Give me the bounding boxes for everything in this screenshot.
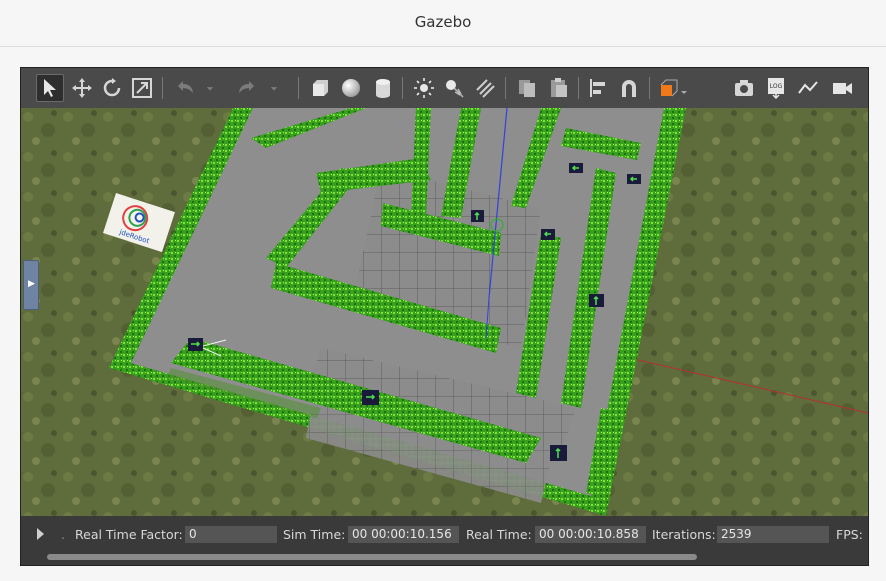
expand-arrow-icon: ▶: [28, 279, 35, 289]
real-time-field: 00 00:00:10.858: [535, 526, 646, 543]
toolbar: LOG: [21, 68, 868, 108]
horizontal-scrollbar[interactable]: [47, 554, 697, 560]
select-mode-button[interactable]: [36, 74, 64, 102]
scale-mode-icon: [132, 78, 152, 98]
directional-light-button[interactable]: [471, 74, 499, 102]
directional-light-icon: [476, 79, 495, 98]
toolbar-separator: [649, 77, 650, 99]
select-mode-icon: [44, 79, 56, 97]
translate-mode-button[interactable]: [68, 74, 96, 102]
sphere-shape-icon: [342, 79, 360, 97]
paste-icon: [551, 78, 567, 97]
redo-history-button[interactable]: [265, 74, 283, 102]
arrow-marker: [569, 163, 583, 173]
cylinder-shape-icon: [376, 79, 390, 98]
arrow-marker: [589, 294, 604, 307]
snap-button[interactable]: [615, 74, 643, 102]
point-light-icon: [414, 78, 434, 98]
gazebo-window: LOG jdeRobot ▶ . Real Time Factor: 0 Sim…: [20, 67, 869, 566]
arrow-marker: [188, 338, 203, 351]
record-video-button[interactable]: [828, 74, 856, 102]
screenshot-button[interactable]: [730, 74, 758, 102]
log-button[interactable]: LOG: [762, 74, 790, 102]
box-shape-button[interactable]: [306, 74, 334, 102]
box-shape-icon: [313, 80, 328, 96]
toolbar-separator: [402, 77, 403, 99]
translate-mode-icon: [72, 78, 92, 98]
real-time-factor-label: Real Time Factor:: [75, 527, 183, 542]
3d-viewport[interactable]: jdeRobot ▶: [21, 108, 868, 516]
spot-light-button[interactable]: [440, 74, 468, 102]
redo-icon: [239, 81, 254, 93]
chevron-down-icon: [270, 87, 278, 91]
chevron-down-icon: [206, 87, 214, 91]
snap-icon: [622, 80, 636, 97]
toolbar-separator: [578, 77, 579, 99]
redo-button[interactable]: [233, 74, 261, 102]
window-title: Gazebo: [414, 13, 472, 31]
align-icon: [590, 79, 605, 97]
sim-time-field: 00 00:00:10.156: [348, 526, 459, 543]
undo-history-button[interactable]: [201, 74, 219, 102]
copy-icon: [519, 80, 535, 97]
scene-render: jdeRobot: [21, 108, 868, 516]
statusbar: . Real Time Factor: 0 Sim Time: 00 00:00…: [21, 516, 868, 565]
copy-button[interactable]: [513, 74, 541, 102]
window-titlebar: Gazebo: [0, 0, 886, 47]
svg-text:LOG: LOG: [770, 83, 783, 90]
plot-icon: [798, 81, 818, 94]
fps-label: FPS:: [836, 527, 863, 542]
left-panel-toggle[interactable]: ▶: [23, 260, 39, 310]
rotate-mode-icon: [103, 78, 121, 97]
record-video-icon: [833, 83, 852, 94]
sim-time-label: Sim Time:: [283, 527, 346, 542]
toolbar-separator: [162, 77, 163, 99]
undo-button[interactable]: [171, 74, 199, 102]
iterations-label: Iterations:: [652, 527, 716, 542]
arrow-marker: [362, 390, 379, 405]
toolbar-separator: [298, 77, 299, 99]
view-angle-icon: [660, 79, 687, 97]
undo-icon: [178, 81, 193, 93]
arrow-marker: [550, 445, 567, 461]
arrow-marker: [471, 210, 484, 222]
status-dot: .: [61, 527, 65, 542]
real-time-label: Real Time:: [466, 527, 532, 542]
view-angle-button[interactable]: [655, 74, 691, 102]
spot-light-icon: [446, 80, 464, 98]
cylinder-shape-button[interactable]: [369, 74, 397, 102]
real-time-factor-field: 0: [185, 526, 277, 543]
point-light-button[interactable]: [410, 74, 438, 102]
screenshot-icon: [735, 80, 753, 96]
log-icon: LOG: [768, 78, 784, 99]
arrow-marker: [541, 229, 555, 240]
scale-mode-button[interactable]: [128, 74, 156, 102]
plot-button[interactable]: [794, 74, 822, 102]
toolbar-separator: [505, 77, 506, 99]
sphere-shape-button[interactable]: [337, 74, 365, 102]
align-button[interactable]: [584, 74, 612, 102]
paste-button[interactable]: [544, 74, 572, 102]
arrow-marker: [627, 174, 641, 184]
iterations-field: 2539: [717, 526, 829, 543]
rotate-mode-button[interactable]: [98, 74, 126, 102]
